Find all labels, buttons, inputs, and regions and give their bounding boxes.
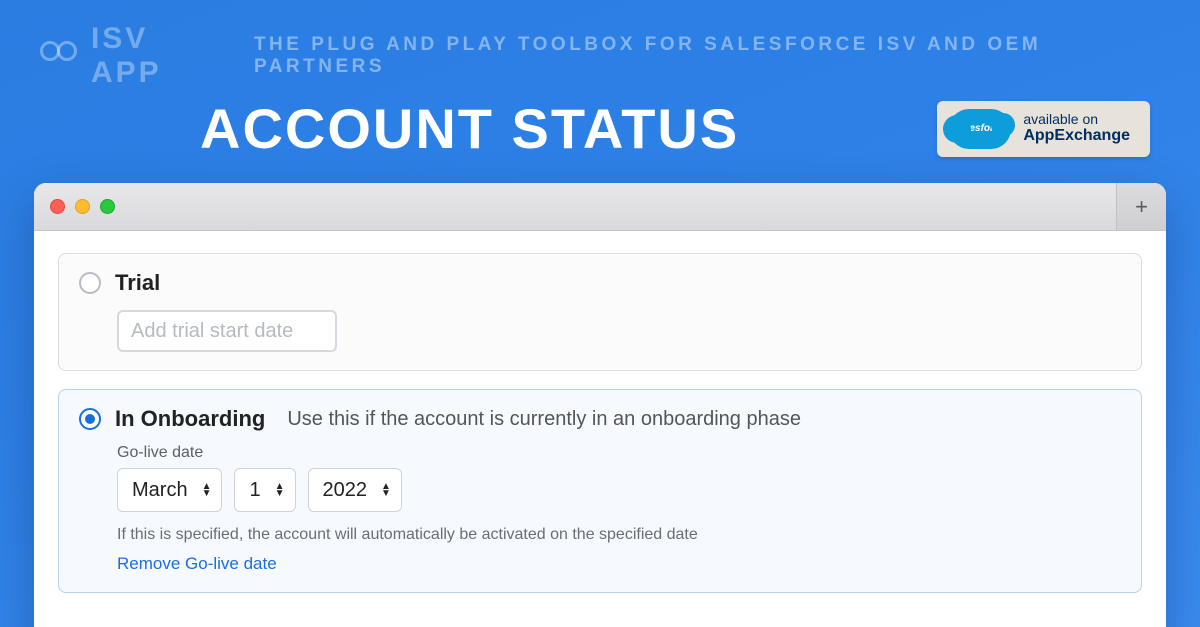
option-title-onboarding: In Onboarding xyxy=(115,406,265,432)
golive-field: Go-live date March ▲▼ 1 ▲▼ 2022 ▲▼ xyxy=(117,444,1121,512)
stepper-arrows-icon: ▲▼ xyxy=(202,483,212,497)
new-tab-button[interactable]: + xyxy=(1116,183,1166,230)
golive-year-stepper[interactable]: 2022 ▲▼ xyxy=(308,468,402,512)
app-window: + Trial Add trial start date In Onboardi… xyxy=(34,183,1166,627)
window-traffic-lights xyxy=(50,199,115,214)
badge-line1: available on xyxy=(1023,111,1130,127)
option-desc-onboarding: Use this if the account is currently in … xyxy=(287,408,801,431)
brand-tagline: THE PLUG AND PLAY TOOLBOX FOR SALESFORCE… xyxy=(254,34,1160,78)
option-title-trial: Trial xyxy=(115,270,160,296)
golive-label: Go-live date xyxy=(117,444,1121,462)
brand-logo: ISV APP xyxy=(40,22,226,90)
zoom-icon[interactable] xyxy=(100,199,115,214)
badge-line2: AppExchange xyxy=(1023,127,1130,145)
golive-help-text: If this is specified, the account will a… xyxy=(117,526,1121,544)
brand-logo-text: ISV APP xyxy=(91,22,226,90)
golive-month-stepper[interactable]: March ▲▼ xyxy=(117,468,222,512)
golive-day-stepper[interactable]: 1 ▲▼ xyxy=(234,468,295,512)
page-title: ACCOUNT STATUS xyxy=(200,96,739,161)
appexchange-badge[interactable]: salesforce available on AppExchange xyxy=(937,101,1150,157)
title-row: ACCOUNT STATUS salesforce available on A… xyxy=(0,90,1200,183)
stepper-arrows-icon: ▲▼ xyxy=(381,483,391,497)
trial-start-date-input[interactable]: Add trial start date xyxy=(117,310,337,352)
status-option-trial[interactable]: Trial Add trial start date xyxy=(58,253,1142,371)
close-icon[interactable] xyxy=(50,199,65,214)
remove-golive-link[interactable]: Remove Go-live date xyxy=(117,554,1121,574)
brand-logo-icon xyxy=(40,41,83,71)
plus-icon: + xyxy=(1135,194,1148,220)
minimize-icon[interactable] xyxy=(75,199,90,214)
window-content: Trial Add trial start date In Onboarding… xyxy=(34,231,1166,627)
salesforce-cloud-icon: salesforce xyxy=(949,109,1011,149)
radio-onboarding[interactable] xyxy=(79,408,101,430)
radio-trial[interactable] xyxy=(79,272,101,294)
brand-row: ISV APP THE PLUG AND PLAY TOOLBOX FOR SA… xyxy=(0,0,1200,90)
window-titlebar: + xyxy=(34,183,1166,231)
status-option-onboarding[interactable]: In Onboarding Use this if the account is… xyxy=(58,389,1142,593)
stepper-arrows-icon: ▲▼ xyxy=(275,483,285,497)
